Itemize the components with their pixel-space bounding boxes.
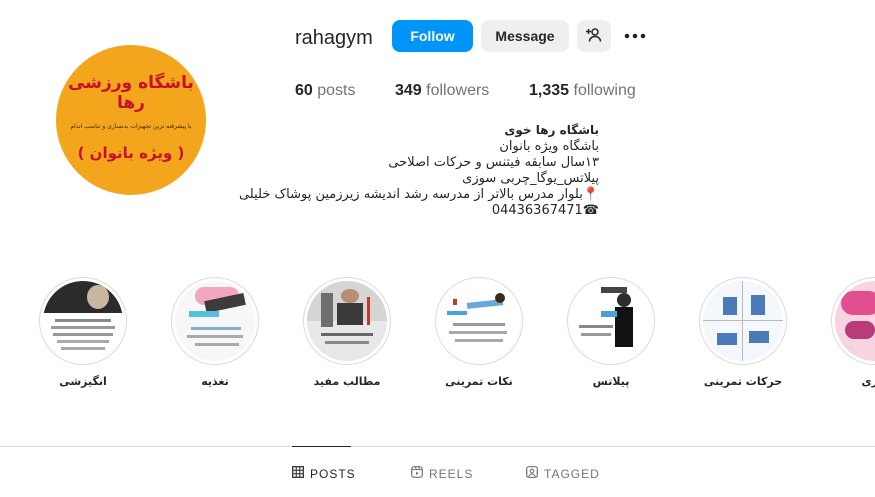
- follow-button[interactable]: Follow: [392, 20, 473, 52]
- highlight-cover: [439, 281, 519, 361]
- highlight-cover: [835, 281, 875, 361]
- avatar-subtitle: با پیشرفته ترین تجهیزات بدنسازی و تناسب …: [70, 122, 192, 130]
- profile-username: rahagym: [295, 27, 373, 49]
- reels-icon: [411, 466, 423, 481]
- profile-bio: باشگاه رها خوی باشگاه ویژه بانوان ۱۳سال …: [238, 122, 599, 219]
- bio-line: ۱۳سال سابقه فیتنس و حرکات اصلاحی: [388, 155, 599, 170]
- highlight-label: انگیزشی: [59, 375, 107, 388]
- highlight-nutrition[interactable]: تغذیه: [171, 277, 259, 388]
- followers-number: 349: [395, 82, 422, 99]
- followers-link[interactable]: 349 followers: [395, 82, 489, 100]
- highlight-label: مطالب مفید: [313, 375, 381, 388]
- add-user-icon: [586, 27, 602, 46]
- highlight-cover: [571, 281, 651, 361]
- bio-line: 📍بلوار مدرس بالاتر از مدرسه رشد اندیشه ز…: [238, 187, 599, 202]
- highlight-label: حرکات تمرینی: [703, 375, 783, 388]
- highlight-cover: [307, 281, 387, 361]
- more-options-icon[interactable]: [623, 26, 647, 46]
- highlight-cover: [43, 281, 123, 361]
- active-tab-indicator: [292, 446, 351, 447]
- highlight-cover: [703, 281, 783, 361]
- highlight-label: نکات تمرینی: [445, 375, 513, 388]
- grid-icon: [292, 466, 304, 481]
- highlight-exercise-moves[interactable]: حرکات تمرینی: [699, 277, 787, 388]
- message-button[interactable]: Message: [481, 20, 569, 52]
- tabs-divider: [0, 446, 875, 447]
- bio-line: باشگاه ویژه بانوان: [499, 139, 599, 154]
- bio-line: پیلاتس_یوگا_چربی سوزی: [462, 171, 599, 186]
- highlight-label: تغذیه: [201, 375, 229, 388]
- profile-avatar[interactable]: باشگاه ورزشی رها با پیشرفته ترین تجهیزات…: [56, 45, 206, 195]
- followers-label: followers: [426, 82, 490, 99]
- highlight-cover: [175, 281, 255, 361]
- tagged-icon: [526, 466, 538, 481]
- suggested-accounts-button[interactable]: [577, 20, 611, 52]
- bio-name: باشگاه رها خوی: [504, 123, 599, 137]
- highlight-motivational[interactable]: انگیزشی: [39, 277, 127, 388]
- following-label: following: [573, 82, 636, 99]
- bio-phone: ☎04436367471: [491, 203, 599, 218]
- tab-tagged[interactable]: TAGGED: [526, 466, 600, 481]
- following-number: 1,335: [529, 82, 570, 99]
- highlight-pilates[interactable]: پیلاتس: [567, 277, 655, 388]
- highlight-useful-content[interactable]: مطالب مفید: [303, 277, 391, 388]
- posts-label: posts: [317, 82, 356, 99]
- tab-posts[interactable]: POSTS: [292, 466, 356, 481]
- posts-number: 60: [295, 82, 313, 99]
- posts-count: 60 posts: [295, 82, 356, 100]
- highlight-training-tips[interactable]: نکات تمرینی: [435, 277, 523, 388]
- tab-label: TAGGED: [544, 466, 600, 481]
- tab-label: POSTS: [310, 466, 356, 481]
- avatar-tag: ( ویژه بانوان ): [77, 143, 185, 162]
- highlight-label: پیلاتس: [592, 375, 630, 388]
- avatar-title: باشگاه ورزشی رها: [68, 72, 194, 113]
- highlight-work[interactable]: کاری: [831, 277, 875, 388]
- following-link[interactable]: 1,335 following: [529, 82, 636, 100]
- tab-reels[interactable]: REELS: [411, 466, 473, 481]
- tab-label: REELS: [429, 466, 474, 481]
- highlight-label: کاری: [861, 375, 875, 388]
